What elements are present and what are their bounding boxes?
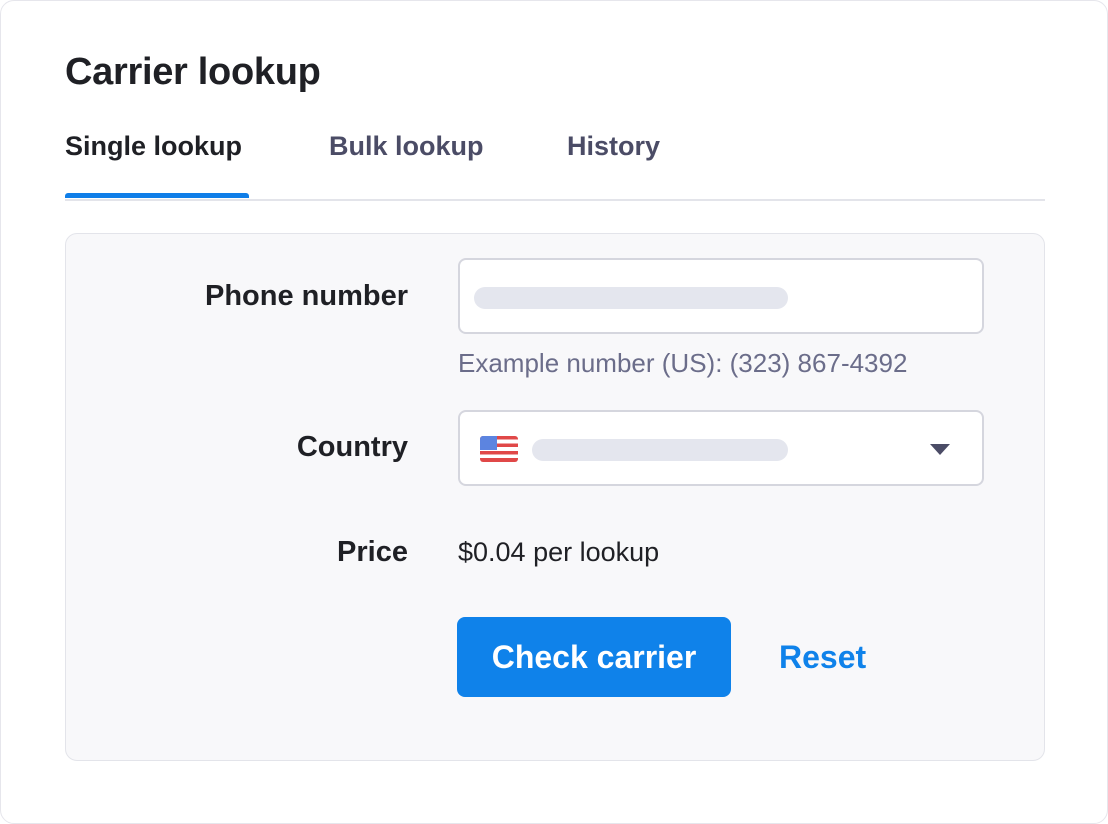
active-tab-indicator [65,193,249,198]
country-select-value [532,439,788,461]
tab-bulk-lookup[interactable]: Bulk lookup [329,131,484,162]
tab-history[interactable]: History [567,131,660,162]
page-title: Carrier lookup [65,51,321,93]
flag-canton [480,436,497,450]
phone-number-hint: Example number (US): (323) 867-4392 [458,348,908,378]
price-label: Price [337,536,408,568]
lookup-form-panel: Phone number Example number (US): (323) … [65,233,1045,761]
phone-number-placeholder [474,287,788,309]
carrier-lookup-card: Carrier lookup Single lookup Bulk lookup… [0,0,1108,824]
price-value: $0.04 per lookup [458,537,660,567]
phone-number-input[interactable] [458,258,984,334]
country-select[interactable] [458,410,984,486]
us-flag-icon [480,436,518,462]
tab-single-lookup[interactable]: Single lookup [65,131,242,162]
reset-button[interactable]: Reset [779,617,866,697]
tab-bar: Single lookup Bulk lookup History [65,119,1045,201]
chevron-down-icon [930,444,950,455]
country-label: Country [296,431,408,463]
check-carrier-button[interactable]: Check carrier [457,617,731,697]
phone-number-label: Phone number [204,280,408,312]
